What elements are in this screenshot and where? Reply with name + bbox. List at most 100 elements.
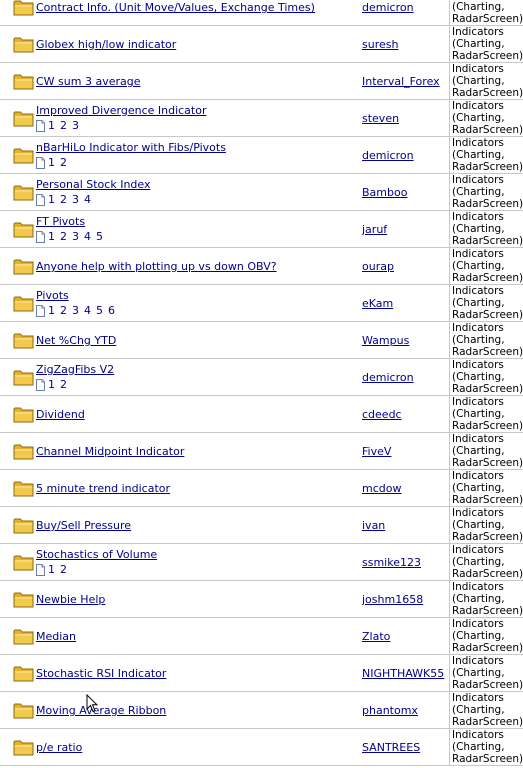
page-number-link[interactable]: 3 <box>72 230 79 243</box>
forum-category-text: RadarScreen) <box>452 13 523 25</box>
page-icon <box>36 304 45 317</box>
topic-title-link[interactable]: Buy/Sell Pressure <box>36 519 131 532</box>
page-number-link[interactable]: 3 <box>72 193 79 206</box>
topic-row: Globex high/low indicator suresh Indicator… <box>0 26 523 63</box>
forum-category-text: (Charting, <box>452 741 505 753</box>
author-link[interactable]: demicron <box>362 149 414 162</box>
forum-category-text: RadarScreen) <box>452 753 523 765</box>
author-link[interactable]: cdeedc <box>362 408 402 421</box>
page-number-link[interactable]: 6 <box>108 304 115 317</box>
forum-category-text: Indicators <box>452 396 504 408</box>
forum-category-text: Indicators <box>452 507 504 519</box>
topic-title-link[interactable]: Moving Average Ribbon <box>36 704 166 717</box>
topic-title-cell: nBarHiLo Indicator with Fibs/Pivots 1 2 <box>36 137 354 173</box>
forum-category-text: RadarScreen) <box>452 531 523 543</box>
page-number-link[interactable]: 4 <box>84 230 91 243</box>
topic-title-link[interactable]: Pivots <box>36 289 69 302</box>
page-number-link[interactable]: 1 <box>48 304 55 317</box>
topic-page-links: 12 <box>36 156 72 169</box>
topic-title-link[interactable]: Contract Info. (Unit Move/Values, Exchan… <box>36 1 315 14</box>
author-link[interactable]: Bamboo <box>362 186 407 199</box>
topic-title-cell: Globex high/low indicator <box>36 26 354 62</box>
author-link[interactable]: ivan <box>362 519 385 532</box>
topic-title-link[interactable]: Net %Chg YTD <box>36 334 116 347</box>
topic-title-link[interactable]: Anyone help with plotting up vs down OBV… <box>36 260 277 273</box>
author-link[interactable]: demicron <box>362 371 414 384</box>
author-link[interactable]: joshm1658 <box>362 593 423 606</box>
forum-category-text: RadarScreen) <box>452 716 523 728</box>
topic-title-link[interactable]: Stochastics of Volume <box>36 548 157 561</box>
page-number-link[interactable]: 1 <box>48 193 55 206</box>
author-link[interactable]: steven <box>362 112 399 125</box>
topic-title-link[interactable]: Personal Stock Index <box>36 178 150 191</box>
forum-category-cell: Indicators(Charting,RadarScreen) <box>449 655 523 691</box>
author-link[interactable]: FiveV <box>362 445 391 458</box>
page-number-link[interactable]: 2 <box>60 119 67 132</box>
author-link[interactable]: Interval_Forex <box>362 75 440 88</box>
topic-title-link[interactable]: 5 minute trend indicator <box>36 482 170 495</box>
topic-title-link[interactable]: ZigZagFibs V2 <box>36 363 114 376</box>
page-number-link[interactable]: 1 <box>48 230 55 243</box>
forum-category-text: Indicators <box>452 26 504 38</box>
topic-row: Median Zlato Indicators (Charting, RadarScre… <box>0 618 523 655</box>
page-number-link[interactable]: 5 <box>96 304 103 317</box>
topic-title-link[interactable]: Median <box>36 630 76 643</box>
page-number-link[interactable]: 1 <box>48 119 55 132</box>
topic-title-link[interactable]: Channel Midpoint Indicator <box>36 445 184 458</box>
topic-title-link[interactable]: Dividend <box>36 408 85 421</box>
author-link[interactable]: NIGHTHAWK55 <box>362 667 444 680</box>
forum-category-text: Indicators <box>452 470 504 482</box>
page-number-link[interactable]: 2 <box>60 230 67 243</box>
forum-category-text: RadarScreen) <box>452 642 523 654</box>
page-number-link[interactable]: 4 <box>84 304 91 317</box>
forum-category-text: Indicators <box>452 137 504 149</box>
topic-title-link[interactable]: Stochastic RSI Indicator <box>36 667 166 680</box>
topic-row: Stochastic RSI Indicator NIGHTHAWK55 Indic… <box>0 655 523 692</box>
page-number-link[interactable]: 4 <box>84 193 91 206</box>
forum-category-text: (Charting, <box>452 260 505 272</box>
forum-category-text: RadarScreen) <box>452 50 523 62</box>
author-link[interactable]: SANTREES <box>362 741 420 754</box>
author-link[interactable]: mcdow <box>362 482 401 495</box>
topic-title-cell: Contract Info. (Unit Move/Values, Exchan… <box>36 0 354 25</box>
forum-category-text: (Charting, <box>452 38 505 50</box>
page-number-link[interactable]: 1 <box>48 156 55 169</box>
topic-title-link[interactable]: nBarHiLo Indicator with Fibs/Pivots <box>36 141 226 154</box>
page-number-link[interactable]: 5 <box>96 230 103 243</box>
topic-title-link[interactable]: Globex high/low indicator <box>36 38 176 51</box>
forum-category-cell: Indicators(Charting,RadarScreen) <box>449 618 523 654</box>
topic-row: Moving Average Ribbon phantomx Indicators(… <box>0 692 523 729</box>
page-number-link[interactable]: 2 <box>60 563 67 576</box>
forum-category-text: RadarScreen) <box>452 679 523 691</box>
page-number-link[interactable]: 3 <box>72 119 79 132</box>
author-link[interactable]: ourap <box>362 260 394 273</box>
topic-page-links: 12345 <box>36 230 108 243</box>
page-number-link[interactable]: 3 <box>72 304 79 317</box>
topic-title-cell: Moving Average Ribbon <box>36 692 354 728</box>
page-number-link[interactable]: 1 <box>48 378 55 391</box>
author-link[interactable]: demicron <box>362 1 414 14</box>
author-link[interactable]: phantomx <box>362 704 418 717</box>
page-number-link[interactable]: 2 <box>60 193 67 206</box>
forum-category-text: Indicators <box>452 100 504 112</box>
page-number-link[interactable]: 2 <box>60 156 67 169</box>
author-link[interactable]: Zlato <box>362 630 390 643</box>
page-number-link[interactable]: 1 <box>48 563 55 576</box>
page-number-link[interactable]: 2 <box>60 378 67 391</box>
topic-title-link[interactable]: Newbie Help <box>36 593 105 606</box>
author-link[interactable]: Wampus <box>362 334 409 347</box>
topic-title-link[interactable]: Improved Divergence Indicator <box>36 104 206 117</box>
author-link[interactable]: ssmike123 <box>362 556 421 569</box>
folder-icon <box>13 148 34 164</box>
forum-category-text: (Charting, <box>452 445 505 457</box>
topic-title-link[interactable]: CW sum 3 average <box>36 75 141 88</box>
topic-title-link[interactable]: FT Pivots <box>36 215 85 228</box>
topic-row: ZigZagFibs V2 1 2 demicron Indicators (Charti… <box>0 359 523 396</box>
topic-title-link[interactable]: p/e ratio <box>36 741 82 754</box>
page-number-link[interactable]: 2 <box>60 304 67 317</box>
author-link[interactable]: suresh <box>362 38 398 51</box>
folder-icon <box>13 222 34 238</box>
forum-category-cell: Indicators(Charting,RadarScreen) <box>449 507 523 543</box>
author-link[interactable]: eKam <box>362 297 393 310</box>
author-link[interactable]: jaruf <box>362 223 387 236</box>
